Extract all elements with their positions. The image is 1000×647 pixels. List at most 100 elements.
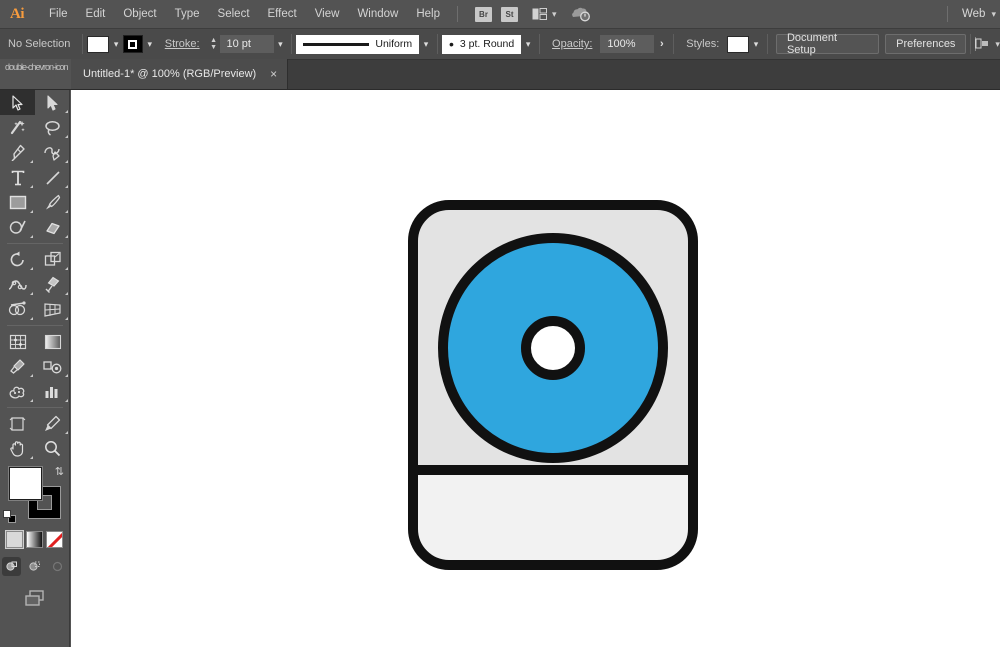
rotate-tool[interactable] (0, 247, 35, 272)
cd-disc-drive-illustration[interactable] (408, 200, 698, 575)
chevron-down-icon[interactable]: ▾ (552, 9, 557, 20)
document-setup-button[interactable]: Document Setup (775, 32, 880, 56)
close-icon[interactable]: × (270, 68, 277, 80)
stroke-profile-label: Uniform (375, 38, 413, 50)
stroke-profile-preview-icon (303, 42, 370, 46)
flyout-indicator-icon (30, 160, 33, 163)
menu-window[interactable]: Window (348, 0, 407, 29)
opacity-input[interactable]: 100% (600, 35, 655, 53)
stroke-profile-chevron-down-icon[interactable]: ▾ (419, 35, 433, 53)
selection-tool[interactable] (0, 90, 35, 115)
menu-file[interactable]: File (40, 0, 77, 29)
stroke-chevron-down-icon[interactable]: ▾ (143, 35, 157, 53)
fill-color-swatch[interactable] (87, 35, 110, 53)
line-segment-tool[interactable] (35, 165, 70, 190)
menu-edit[interactable]: Edit (77, 0, 115, 29)
flyout-indicator-icon (65, 317, 68, 320)
gradient-tool[interactable] (35, 329, 70, 354)
bridge-icon[interactable]: Br (475, 6, 492, 22)
stroke-profile-select[interactable]: Uniform (296, 34, 420, 54)
flyout-indicator-icon (65, 292, 68, 295)
styles-label: Styles: (686, 38, 720, 50)
control-divider-5 (673, 34, 675, 54)
drive-body-bottom (413, 470, 693, 565)
stroke-color-swatch[interactable] (123, 35, 143, 53)
menubar-right-group: Web ▾ (939, 6, 1000, 22)
draw-normal-button[interactable] (2, 557, 21, 576)
menu-type[interactable]: Type (166, 0, 209, 29)
shaper-tool[interactable] (0, 215, 35, 240)
menu-object[interactable]: Object (114, 0, 165, 29)
workspace-label[interactable]: Web (956, 8, 991, 20)
styles-chevron-down-icon[interactable]: ▾ (749, 35, 763, 53)
fill-chevron-down-icon[interactable]: ▾ (109, 35, 123, 53)
menu-effect[interactable]: Effect (259, 0, 306, 29)
magic-wand-tool[interactable] (0, 115, 35, 140)
rectangle-tool[interactable] (0, 190, 35, 215)
stroke-weight-input[interactable]: 10 pt (219, 35, 274, 53)
eraser-tool[interactable] (35, 215, 70, 240)
cloud-sync-icon[interactable] (570, 6, 592, 22)
double-chevron-icon[interactable]: double-chevron-icon (5, 62, 69, 72)
menu-items: File Edit Object Type Select Effect View… (40, 0, 449, 29)
stock-icon[interactable]: St (501, 6, 518, 22)
opacity-label[interactable]: Opacity: (544, 38, 600, 50)
eyedropper-tool[interactable] (0, 354, 35, 379)
none-mode-button[interactable] (46, 531, 63, 548)
slice-tool[interactable] (35, 411, 70, 436)
selection-status-label: No Selection (8, 38, 71, 50)
stroke-weight-label[interactable]: Stroke: (157, 38, 208, 50)
hand-tool[interactable] (0, 436, 35, 461)
menu-view[interactable]: View (306, 0, 349, 29)
flyout-indicator-icon (30, 185, 33, 188)
arrange-documents-icon[interactable]: ▾ (532, 8, 557, 20)
swap-fill-stroke-icon[interactable]: ⇅ (55, 465, 64, 478)
change-screen-mode-icon[interactable] (21, 588, 49, 613)
graphic-style-swatch[interactable] (727, 35, 750, 53)
align-to-pixel-grid-icon[interactable]: ▾ (975, 37, 1000, 51)
document-canvas[interactable] (71, 90, 1000, 647)
type-tool[interactable] (0, 165, 35, 190)
symbol-sprayer-tool[interactable] (0, 379, 35, 404)
color-mode-button[interactable] (5, 530, 24, 549)
shape-builder-tool[interactable] (0, 297, 35, 322)
pen-tool[interactable] (0, 140, 35, 165)
control-divider-4 (539, 34, 541, 54)
brush-definition-select[interactable]: • 3 pt. Round (441, 34, 522, 54)
document-tab[interactable]: Untitled-1* @ 100% (RGB/Preview) × (71, 59, 289, 89)
direct-selection-tool[interactable] (35, 90, 70, 115)
draw-inside-button[interactable] (48, 557, 67, 576)
width-tool[interactable] (0, 272, 35, 297)
gradient-mode-button[interactable] (26, 531, 43, 548)
opacity-expand-icon[interactable]: › (654, 35, 669, 53)
paintbrush-tool[interactable] (35, 190, 70, 215)
curvature-tool[interactable] (35, 140, 70, 165)
blend-tool[interactable] (35, 354, 70, 379)
lasso-tool[interactable] (35, 115, 70, 140)
perspective-grid-tool[interactable] (35, 297, 70, 322)
mesh-tool[interactable] (0, 329, 35, 354)
workspace-chevron-down-icon[interactable]: ▾ (991, 9, 996, 20)
default-fill-stroke-icon[interactable] (3, 510, 16, 523)
scale-tool[interactable] (35, 247, 70, 272)
brush-definition-chevron-down-icon[interactable]: ▾ (521, 35, 535, 53)
draw-behind-button[interactable] (25, 557, 44, 576)
artboard-tool[interactable] (0, 411, 35, 436)
menu-select[interactable]: Select (209, 0, 259, 29)
preferences-button[interactable]: Preferences (885, 34, 967, 54)
zoom-tool[interactable] (35, 436, 70, 461)
workspace-divider (947, 6, 949, 22)
stroke-weight-chevron-down-icon[interactable]: ▾ (274, 35, 288, 53)
flyout-indicator-icon (65, 160, 68, 163)
stroke-weight-stepper[interactable]: ▲ ▼ (208, 35, 220, 53)
control-bar: No Selection ▾ ▾ Stroke: ▲ ▼ 10 pt ▾ Unif… (0, 29, 1000, 60)
flyout-indicator-icon (65, 399, 68, 402)
control-divider-7 (970, 34, 972, 54)
menu-help[interactable]: Help (407, 0, 449, 29)
align-chevron-down-icon[interactable]: ▾ (995, 39, 1000, 50)
fill-color-box[interactable] (9, 467, 42, 500)
default-fill-box (3, 510, 11, 518)
free-transform-tool[interactable] (35, 272, 70, 297)
drawing-mode-row (0, 557, 69, 576)
column-graph-tool[interactable] (35, 379, 70, 404)
